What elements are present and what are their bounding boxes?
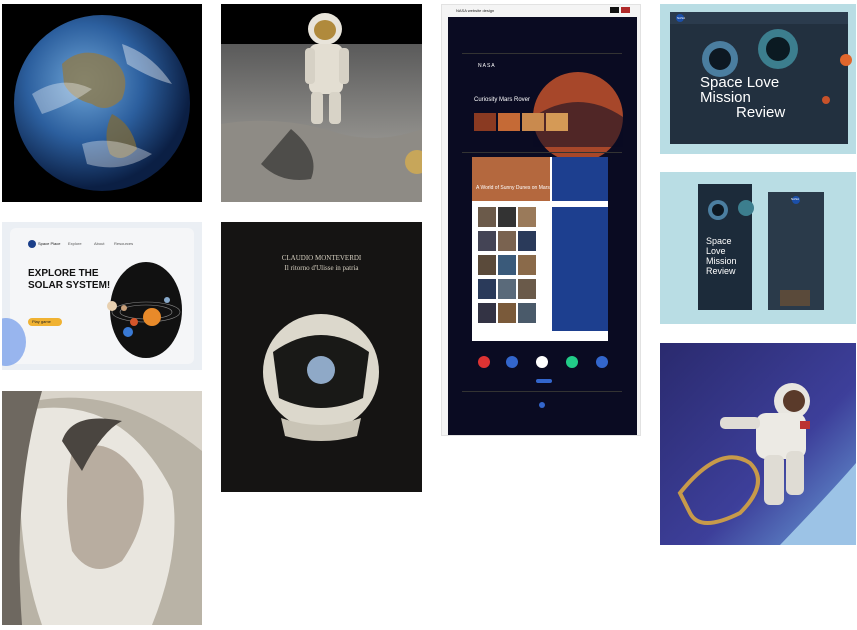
helmet-portrait-tile[interactable] <box>2 391 202 625</box>
solar-system-tile[interactable]: Space Place Explore About Resources EXPL… <box>2 222 202 370</box>
monteverdi-poster-tile[interactable]: CLAUDIO MONTEVERDI Il ritorno d'Ulisse i… <box>221 222 422 492</box>
earth-tile[interactable] <box>2 4 202 202</box>
earth-image <box>14 15 190 191</box>
space-love-mobile-line3: Mission <box>706 256 737 266</box>
space-love-mobile-line2: Love <box>706 246 726 256</box>
solar-cta-button[interactable]: Play game <box>32 319 51 324</box>
nasa-site-hero-title: Curiosity Mars Rover <box>474 97 531 103</box>
solar-headline-2: SOLAR SYSTEM! <box>28 280 111 291</box>
nasa-site-feature-title: A World of Sunny Dunes on Mars <box>476 185 550 191</box>
helmet-portrait-image <box>2 391 202 625</box>
space-love-mobile-tile[interactable]: Space Love Mission Review NASA <box>660 172 856 324</box>
space-love-title-line3: Review <box>736 104 786 121</box>
space-love-logo: NASA <box>677 16 686 20</box>
solar-nav-about[interactable]: About <box>94 241 104 246</box>
solar-nav-explore[interactable]: Explore <box>68 241 82 246</box>
space-love-tile[interactable]: Space Love Mission Review NASA <box>660 4 856 154</box>
poster-opera: Il ritorno d'Ulisse in patria <box>284 264 359 272</box>
poster-composer: CLAUDIO MONTEVERDI <box>281 254 362 262</box>
space-love-mobile-image <box>660 172 856 324</box>
solar-headline-1: EXPLORE THE <box>28 268 99 279</box>
solar-nav-resources[interactable]: Resources <box>114 241 133 246</box>
moonwalk-tile[interactable] <box>221 4 422 202</box>
nasa-site-screen <box>448 17 637 435</box>
header-chip-2 <box>621 7 630 13</box>
monteverdi-poster-image <box>221 222 422 492</box>
nasa-site-frame: NASA Curiosity Mars Rover A World of Sun… <box>448 17 637 435</box>
nasa-site-tile[interactable]: NASA website design NASA Curiosity Mars … <box>441 4 641 436</box>
space-love-mobile-logo: NASA <box>791 197 800 201</box>
space-love-mobile-line4: Review <box>706 266 736 276</box>
spacewalk-tile[interactable] <box>660 343 856 545</box>
spacewalk-image <box>660 343 856 545</box>
nasa-site-header-title: NASA website design <box>456 8 495 13</box>
moonwalk-image <box>221 4 422 202</box>
solar-brand: Space Place <box>38 241 61 246</box>
header-chip-1 <box>610 7 619 13</box>
space-love-mobile-line1: Space <box>706 236 732 246</box>
nasa-site-logo: NASA <box>478 63 496 69</box>
